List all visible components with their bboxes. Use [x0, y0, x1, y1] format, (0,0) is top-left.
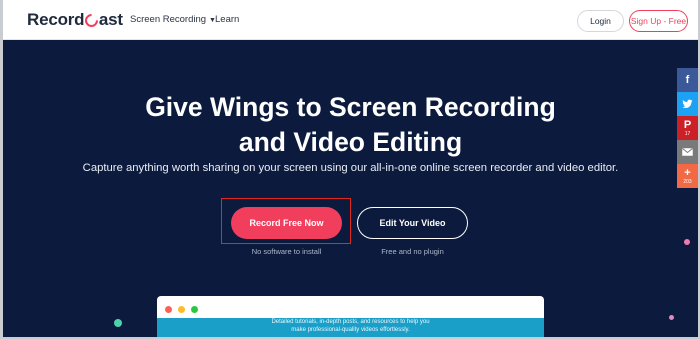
logo-text-part2: ast — [98, 10, 123, 29]
plus-icon: + — [684, 166, 691, 179]
site-header: Record ast Screen Recording ▼ Learn Logi… — [3, 0, 698, 40]
maximize-dot-icon — [191, 306, 198, 313]
pinterest-count: 17 — [684, 130, 691, 137]
hero-subtitle: Capture anything worth sharing on your s… — [82, 162, 619, 174]
app-preview-window: Detailed tutorials, in-depth posts, and … — [157, 296, 544, 339]
pinterest-icon: P — [683, 118, 692, 131]
close-dot-icon — [165, 306, 172, 313]
twitter-icon — [682, 99, 693, 108]
decorative-dot-pink-small — [669, 315, 674, 320]
preview-text-line2: make professional-quality videos effortl… — [291, 327, 410, 333]
email-share-button[interactable] — [677, 140, 698, 164]
edit-caption: Free and no plugin — [381, 247, 444, 256]
recordcast-logo[interactable]: Record ast — [27, 10, 123, 30]
share-total-count: 203 — [683, 178, 692, 185]
more-share-button[interactable]: + 203 — [677, 164, 698, 188]
login-button[interactable]: Login — [577, 10, 624, 32]
signup-button[interactable]: Sign Up - Free — [629, 10, 688, 32]
logo-text-part1: Record — [27, 10, 85, 29]
preview-text-line1: Detailed tutorials, in-depth posts, and … — [271, 319, 430, 325]
facebook-icon: f — [685, 73, 690, 86]
facebook-share-button[interactable]: f — [677, 68, 698, 92]
decorative-dot-pink — [684, 239, 690, 245]
preview-text: Detailed tutorials, in-depth posts, and … — [157, 318, 544, 334]
hero-title-line1: Give Wings to Screen Recording — [145, 92, 556, 122]
pinterest-share-button[interactable]: P 17 — [677, 116, 698, 140]
nav-learn[interactable]: Learn — [215, 14, 239, 25]
minimize-dot-icon — [178, 306, 185, 313]
email-icon — [682, 148, 693, 156]
decorative-dot-green — [114, 319, 122, 327]
record-caption: No software to install — [251, 247, 322, 256]
nav-learn-label: Learn — [215, 14, 240, 25]
hero-title: Give Wings to Screen Recording and Video… — [3, 90, 698, 160]
record-free-now-button[interactable]: Record Free Now — [231, 207, 342, 239]
preview-content: Detailed tutorials, in-depth posts, and … — [157, 318, 544, 339]
edit-your-video-button[interactable]: Edit Your Video — [357, 207, 468, 239]
social-share-bar: f P 17 + 203 — [677, 68, 698, 188]
nav-screen-recording[interactable]: Screen Recording ▼ — [130, 14, 216, 25]
window-controls — [165, 306, 198, 313]
hero-title-line2: and Video Editing — [238, 127, 463, 157]
nav-screen-recording-label: Screen Recording — [130, 14, 207, 25]
twitter-share-button[interactable] — [677, 92, 698, 116]
